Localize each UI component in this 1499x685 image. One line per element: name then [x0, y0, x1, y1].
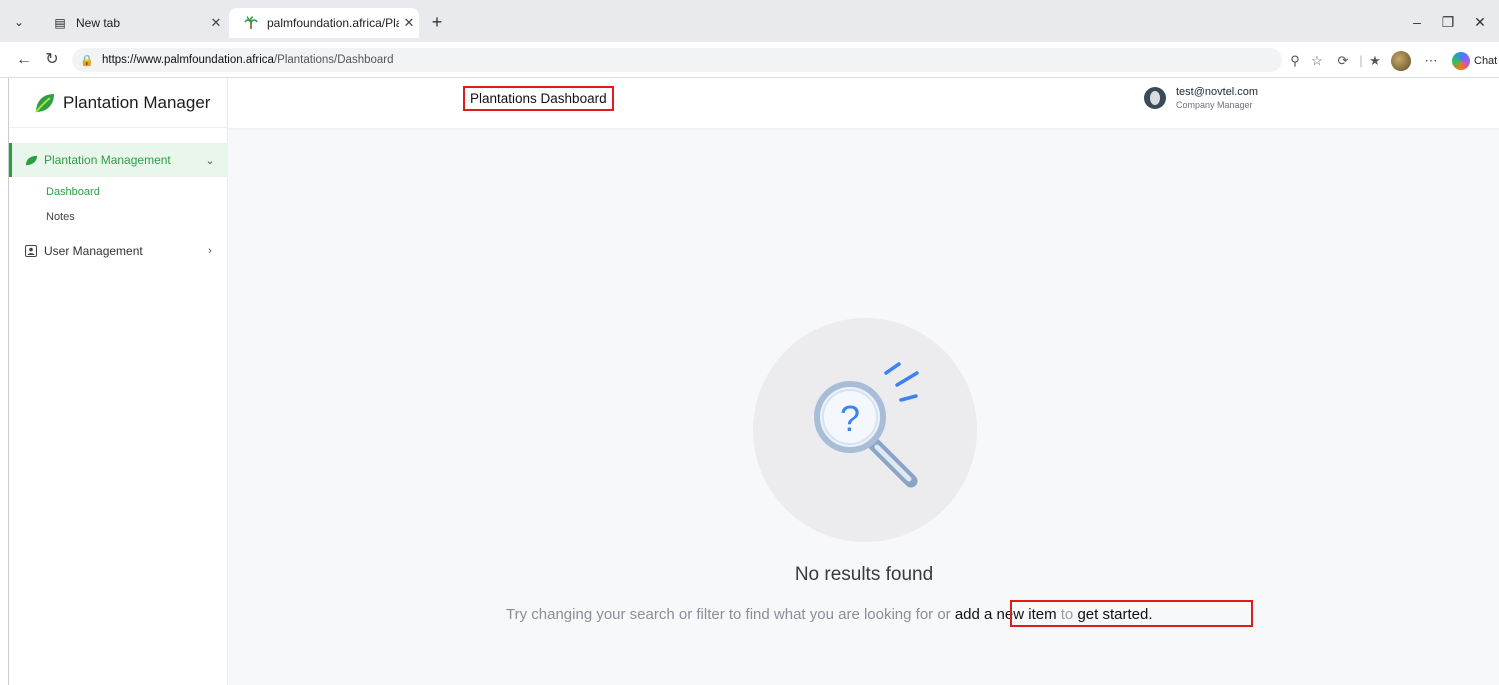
tab-palmfoundation[interactable]: palmfoundation.africa/Plantations/ ✕: [229, 8, 419, 38]
empty-state-illustration: ?: [753, 318, 977, 542]
tab-actions-chevron-icon[interactable]: ⌄: [8, 12, 30, 32]
user-profile[interactable]: test@novtel.com Company Manager: [1144, 86, 1258, 110]
sidebar-item-label: User Management: [44, 244, 143, 258]
app-window: Plantation Manager Plantation Management…: [8, 78, 1499, 685]
more-options-icon[interactable]: ⋯: [1422, 52, 1440, 70]
lock-icon: 🔒: [80, 54, 94, 67]
window-close-icon[interactable]: ✕: [1470, 14, 1490, 31]
empty-state-title: No results found: [794, 564, 934, 585]
page-title: Plantations Dashboard: [463, 86, 614, 111]
sidebar-item-label: Plantation Management: [44, 153, 171, 167]
user-avatar: [1144, 87, 1166, 109]
leaf-icon: [24, 153, 38, 167]
sidebar-item-user-management[interactable]: User Management ›: [9, 234, 228, 268]
tab-close-icon[interactable]: ✕: [206, 15, 226, 31]
copilot-chat-button[interactable]: Chat: [1452, 50, 1497, 72]
profile-avatar-icon[interactable]: [1391, 51, 1411, 71]
new-tab-page-icon: ▤: [54, 16, 66, 30]
leaf-logo-icon: [35, 93, 54, 113]
sidebar-item-plantation-management[interactable]: Plantation Management ⌄: [9, 143, 228, 177]
annotation-highlight-box: [1010, 600, 1253, 627]
user-email: test@novtel.com: [1176, 86, 1259, 98]
favorite-star-icon[interactable]: ☆: [1308, 52, 1326, 70]
main-content: ? No results found Try changing your sea…: [228, 128, 1499, 685]
app-header: Plantations Dashboard test@novtel.com Co…: [228, 78, 1499, 128]
browser-tab-bar: ⌄ ▤ New tab ✕ palmfoundation.africa/Plan…: [0, 0, 1499, 42]
favorites-icon[interactable]: ★: [1366, 52, 1384, 70]
chevron-right-icon: ›: [208, 245, 212, 257]
tab-new-tab[interactable]: ▤ New tab ✕: [46, 8, 226, 38]
new-tab-plus-icon[interactable]: +: [426, 12, 448, 34]
zoom-icon[interactable]: ⚲: [1286, 52, 1304, 70]
back-arrow-icon[interactable]: ←: [14, 50, 34, 70]
sidebar-subitem-dashboard[interactable]: Dashboard: [46, 186, 100, 198]
copilot-icon: [1452, 52, 1470, 70]
chevron-down-icon: ⌄: [205, 154, 215, 167]
extensions-icon[interactable]: ⟳: [1334, 52, 1352, 70]
palm-tree-favicon-icon: [243, 15, 259, 31]
browser-address-bar: ← ↻ 🔒 https://www.palmfoundation.africa /…: [0, 42, 1499, 78]
minimize-icon[interactable]: –: [1407, 14, 1427, 30]
url-field[interactable]: 🔒 https://www.palmfoundation.africa/Plan…: [72, 48, 1282, 72]
svg-text:?: ?: [840, 398, 860, 439]
sidebar: Plantation Manager Plantation Management…: [9, 78, 228, 685]
brand-name: Plantation Manager: [63, 92, 211, 112]
user-card-icon: [24, 244, 38, 258]
sidebar-subitem-notes[interactable]: Notes: [46, 211, 75, 223]
brand[interactable]: Plantation Manager: [9, 78, 228, 128]
restore-icon[interactable]: ❐: [1438, 14, 1458, 31]
tab-close-icon[interactable]: ✕: [399, 15, 419, 31]
reload-icon[interactable]: ↻: [42, 50, 62, 70]
user-role: Company Manager: [1176, 100, 1253, 110]
magnifier-question-icon: ?: [814, 362, 919, 488]
